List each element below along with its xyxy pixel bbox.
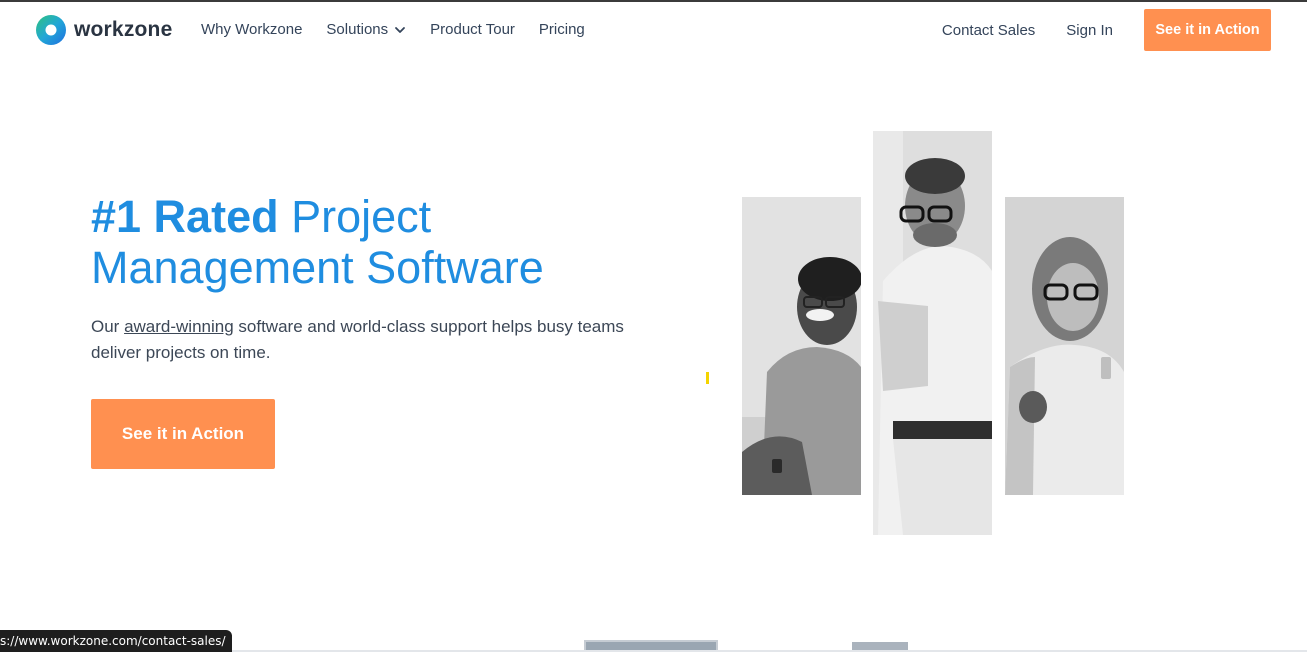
nav-solutions-label: Solutions [326,21,389,38]
hero-title-rest: Project [278,191,432,242]
nav-why-workzone[interactable]: Why Workzone [201,21,302,38]
nav-product-tour[interactable]: Product Tour [430,21,515,38]
hero-sub-before: Our [91,317,125,336]
workzone-logo-icon [36,15,66,45]
brand-name: workzone [74,18,173,41]
hero-title: #1 Rated Project Management Software [91,191,544,293]
nav-solutions[interactable]: Solutions [326,21,406,38]
brand-logo[interactable]: workzone [36,15,172,45]
decorative-accent-mark [706,372,709,384]
primary-nav: Why Workzone Solutions Product Tour Pric… [201,21,585,38]
award-winning-link[interactable]: award-winning [124,317,234,336]
chevron-down-icon [395,26,406,33]
site-header: workzone Why Workzone Solutions Product … [0,2,1307,60]
photo-man-glasses [873,131,992,535]
photo-woman-phone [1005,197,1124,495]
hero-subtitle: Our award-winning software and world-cla… [91,314,651,366]
hero-see-it-in-action-button[interactable]: See it in Action [91,399,275,469]
secondary-nav: Contact Sales Sign In See it in Action [942,9,1271,51]
hero-title-line2: Management Software [91,242,544,293]
hero-title-strong: #1 Rated [91,191,279,242]
sign-in-link[interactable]: Sign In [1066,22,1113,39]
nav-pricing[interactable]: Pricing [539,21,585,38]
browser-status-url: s://www.workzone.com/contact-sales/ [0,630,232,652]
photo-man-laptop [742,197,861,495]
header-see-it-in-action-button[interactable]: See it in Action [1144,9,1271,51]
contact-sales-link[interactable]: Contact Sales [942,22,1035,39]
